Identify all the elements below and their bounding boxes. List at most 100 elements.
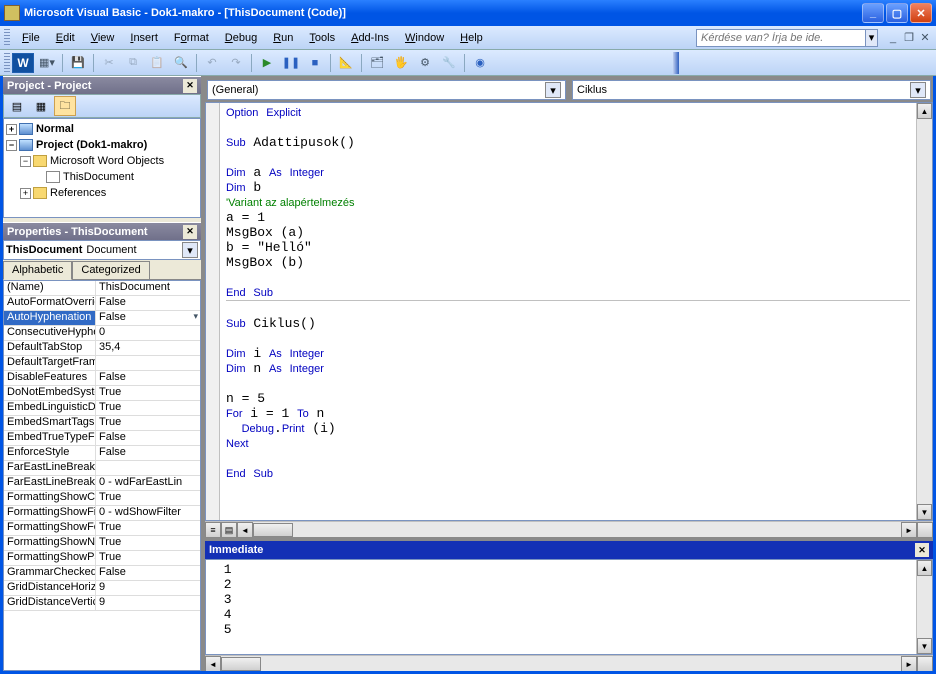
property-value[interactable]: 0 - wdFarEastLin bbox=[96, 476, 200, 490]
menu-format[interactable]: Format bbox=[166, 29, 217, 47]
dropdown-icon[interactable]: ▾ bbox=[182, 242, 198, 258]
size-grip[interactable] bbox=[917, 656, 933, 672]
ask-question-dropdown[interactable]: ▾ bbox=[866, 29, 878, 47]
property-value[interactable] bbox=[96, 356, 200, 370]
property-value[interactable] bbox=[96, 461, 200, 475]
dropdown-icon[interactable]: ▾ bbox=[545, 82, 561, 98]
reset-button[interactable]: ■ bbox=[304, 52, 326, 74]
property-row[interactable]: AutoHyphenationFalse bbox=[4, 311, 200, 326]
property-value[interactable]: True bbox=[96, 401, 200, 415]
property-value[interactable]: True bbox=[96, 551, 200, 565]
procedure-combo[interactable]: Ciklus ▾ bbox=[572, 80, 931, 100]
scroll-thumb[interactable] bbox=[253, 523, 293, 537]
expand-icon[interactable]: + bbox=[20, 188, 31, 199]
property-row[interactable]: DefaultTabStop35,4 bbox=[4, 341, 200, 356]
property-row[interactable]: FarEastLineBreakL0 - wdFarEastLin bbox=[4, 476, 200, 491]
scroll-up-button[interactable]: ▲ bbox=[917, 103, 932, 119]
scroll-up-button[interactable]: ▲ bbox=[917, 560, 932, 576]
toggle-folders-button[interactable]: 🗀 bbox=[54, 96, 76, 116]
mdi-minimize-button[interactable]: _ bbox=[886, 31, 900, 45]
property-row[interactable]: DoNotEmbedSysteTrue bbox=[4, 386, 200, 401]
menu-view[interactable]: View bbox=[83, 29, 123, 47]
property-value[interactable]: 35,4 bbox=[96, 341, 200, 355]
property-value[interactable]: True bbox=[96, 521, 200, 535]
property-row[interactable]: FormattingShowNuTrue bbox=[4, 536, 200, 551]
paste-button[interactable]: 📋 bbox=[146, 52, 168, 74]
property-row[interactable]: GridDistanceVertic9 bbox=[4, 596, 200, 611]
immediate-text[interactable]: 1 2 3 4 5 bbox=[206, 560, 916, 654]
scroll-thumb[interactable] bbox=[221, 657, 261, 671]
menu-tools[interactable]: Tools bbox=[301, 29, 343, 47]
mdi-close-button[interactable]: ✕ bbox=[918, 31, 932, 45]
code-editor[interactable]: Option Explicit Sub Adattipusok() Dim a … bbox=[220, 103, 916, 520]
property-row[interactable]: EmbedSmartTagsTrue bbox=[4, 416, 200, 431]
property-row[interactable]: FormattingShowFoTrue bbox=[4, 521, 200, 536]
tree-thisdocument[interactable]: ThisDocument bbox=[6, 169, 198, 185]
property-row[interactable]: FarEastLineBreakL bbox=[4, 461, 200, 476]
code-vertical-scrollbar[interactable]: ▲ ▼ bbox=[916, 103, 932, 520]
property-value[interactable]: True bbox=[96, 416, 200, 430]
property-row[interactable]: DefaultTargetFrame bbox=[4, 356, 200, 371]
tree-project[interactable]: − Project (Dok1-makro) bbox=[6, 137, 198, 153]
property-value[interactable]: False bbox=[96, 566, 200, 580]
view-object-button[interactable]: ▦ bbox=[30, 96, 52, 116]
collapse-icon[interactable]: − bbox=[20, 156, 31, 167]
property-row[interactable]: ConsecutiveHyphe0 bbox=[4, 326, 200, 341]
property-value[interactable]: 9 bbox=[96, 581, 200, 595]
properties-panel-close-button[interactable]: ✕ bbox=[183, 225, 197, 239]
undo-button[interactable]: ↶ bbox=[201, 52, 223, 74]
help-button[interactable]: ◉ bbox=[469, 52, 491, 74]
tree-references[interactable]: + References bbox=[6, 185, 198, 201]
property-value[interactable]: False bbox=[96, 446, 200, 460]
property-row[interactable]: EnforceStyleFalse bbox=[4, 446, 200, 461]
tab-categorized[interactable]: Categorized bbox=[72, 261, 149, 280]
cut-button[interactable]: ✂ bbox=[98, 52, 120, 74]
menu-window[interactable]: Window bbox=[397, 29, 452, 47]
save-button[interactable]: 💾 bbox=[67, 52, 89, 74]
size-grip[interactable] bbox=[917, 522, 933, 538]
maximize-button[interactable]: ▢ bbox=[886, 3, 908, 23]
immediate-vertical-scrollbar[interactable]: ▲ ▼ bbox=[916, 560, 932, 654]
property-row[interactable]: FormattingShowPaTrue bbox=[4, 551, 200, 566]
tree-word-objects[interactable]: − Microsoft Word Objects bbox=[6, 153, 198, 169]
word-icon[interactable]: W bbox=[12, 53, 34, 73]
scroll-right-button[interactable]: ► bbox=[901, 522, 917, 538]
object-browser-button[interactable]: ⚙ bbox=[414, 52, 436, 74]
close-button[interactable]: ✕ bbox=[910, 3, 932, 23]
redo-button[interactable]: ↷ bbox=[225, 52, 247, 74]
menu-run[interactable]: Run bbox=[265, 29, 301, 47]
menu-insert[interactable]: Insert bbox=[122, 29, 166, 47]
property-value[interactable]: 9 bbox=[96, 596, 200, 610]
scroll-left-button[interactable]: ◄ bbox=[237, 522, 253, 538]
menu-addins[interactable]: Add-Ins bbox=[343, 29, 397, 47]
property-value[interactable]: True bbox=[96, 536, 200, 550]
tree-normal[interactable]: + Normal bbox=[6, 121, 198, 137]
project-panel-close-button[interactable]: ✕ bbox=[183, 79, 197, 93]
tab-alphabetic[interactable]: Alphabetic bbox=[3, 261, 72, 280]
properties-object-combo[interactable]: ThisDocument Document ▾ bbox=[3, 240, 201, 260]
scroll-right-button[interactable]: ► bbox=[901, 656, 917, 672]
property-value[interactable]: False bbox=[96, 431, 200, 445]
expand-icon[interactable]: + bbox=[6, 124, 17, 135]
property-value[interactable]: 0 bbox=[96, 326, 200, 340]
property-row[interactable]: AutoFormatOverrideFalse bbox=[4, 296, 200, 311]
menubar-grip[interactable] bbox=[4, 29, 10, 47]
mdi-restore-button[interactable]: ❐ bbox=[902, 31, 916, 45]
property-row[interactable]: GrammarCheckedFalse bbox=[4, 566, 200, 581]
full-module-view-button[interactable]: ▤ bbox=[221, 522, 237, 538]
scroll-left-button[interactable]: ◄ bbox=[205, 656, 221, 672]
property-value[interactable]: False bbox=[96, 296, 200, 310]
properties-grid[interactable]: (Name)ThisDocumentAutoFormatOverrideFals… bbox=[3, 280, 201, 671]
scroll-down-button[interactable]: ▼ bbox=[917, 638, 932, 654]
view-code-button[interactable]: ▤ bbox=[6, 96, 28, 116]
property-row[interactable]: EmbedLinguisticDaTrue bbox=[4, 401, 200, 416]
properties-window-button[interactable]: 🖐 bbox=[390, 52, 412, 74]
minimize-button[interactable]: _ bbox=[862, 3, 884, 23]
menu-debug[interactable]: Debug bbox=[217, 29, 265, 47]
menu-file[interactable]: File bbox=[14, 29, 48, 47]
immediate-horizontal-scrollbar[interactable]: ◄ ► bbox=[205, 655, 933, 671]
property-row[interactable]: (Name)ThisDocument bbox=[4, 281, 200, 296]
property-row[interactable]: GridDistanceHorizo9 bbox=[4, 581, 200, 596]
property-value[interactable]: False bbox=[96, 371, 200, 385]
break-button[interactable]: ❚❚ bbox=[280, 52, 302, 74]
